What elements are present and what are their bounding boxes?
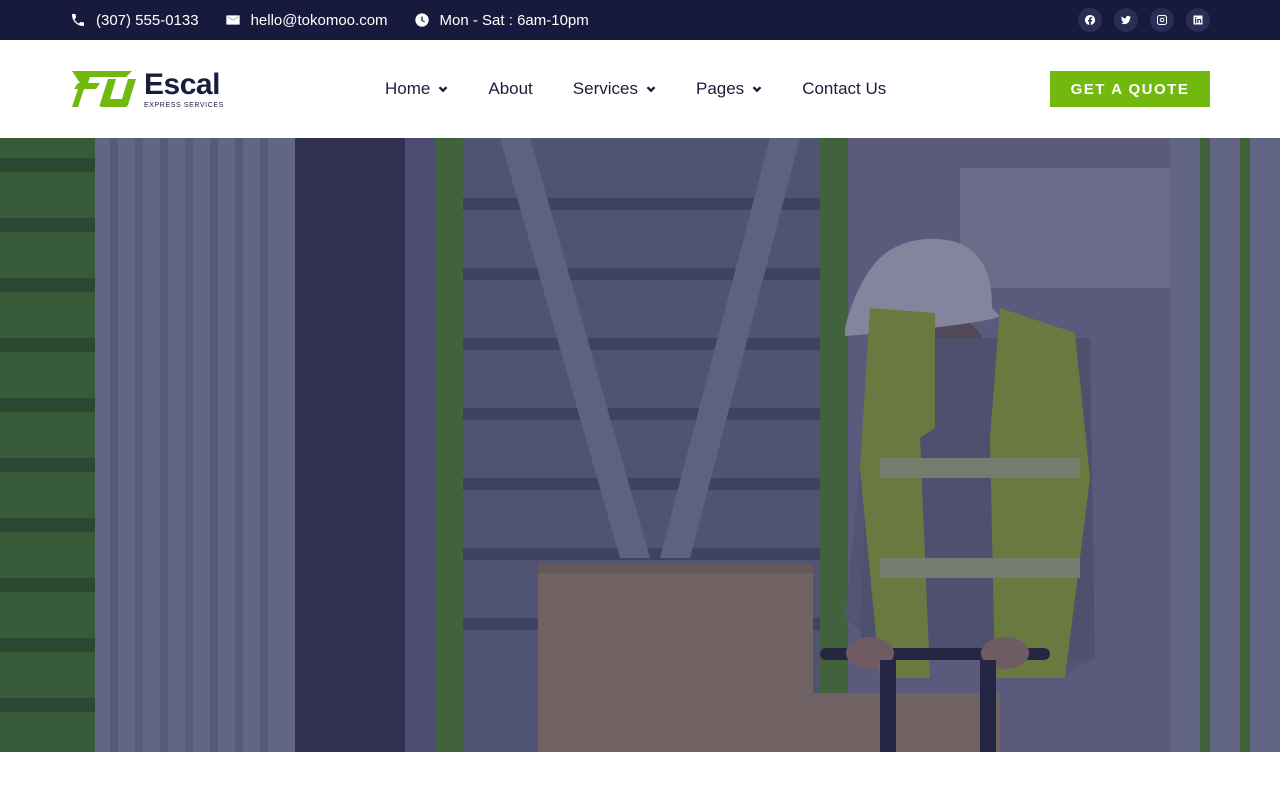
top-bar: (307) 555-0133 hello@tokomoo.com Mon - S… [0, 0, 1280, 40]
nav-label: Contact Us [802, 79, 887, 98]
envelope-icon [225, 15, 240, 25]
nav-label: About [488, 79, 533, 98]
contact-info: (307) 555-0133 hello@tokomoo.com Mon - S… [70, 0, 615, 40]
chevron-down-icon [439, 86, 448, 93]
phone-number: (307) 555-0133 [96, 11, 199, 29]
phone-icon [72, 14, 84, 26]
nav-item-home[interactable]: Home [385, 79, 448, 99]
nav-label: Services [572, 79, 638, 98]
business-hours: Mon - Sat : 6am-10pm [439, 11, 589, 29]
instagram-icon [1157, 15, 1167, 25]
hero-banner [0, 138, 1280, 752]
get-a-quote-button[interactable]: GET A QUOTE [1050, 71, 1210, 107]
main-nav: Home About Services Pages Contact Us [385, 40, 886, 138]
instagram-link[interactable] [1150, 8, 1174, 32]
email-address: hello@tokomoo.com [250, 11, 388, 29]
facebook-link[interactable] [1078, 8, 1102, 32]
nav-label: Pages [695, 79, 745, 98]
logo[interactable]: Escal EXPRESS SERVICES [70, 68, 230, 110]
twitter-icon [1121, 15, 1132, 25]
nav-item-contact-us[interactable]: Contact Us [802, 79, 886, 99]
chevron-down-icon [646, 86, 656, 93]
hours-info: Mon - Sat : 6am-10pm [414, 12, 589, 29]
email-contact[interactable]: hello@tokomoo.com [225, 12, 388, 29]
escal-logo-icon [72, 71, 136, 107]
facebook-icon [1084, 14, 1096, 25]
chevron-down-icon [752, 86, 762, 93]
nav-label: Home [385, 79, 431, 98]
logo-text: Escal EXPRESS SERVICES [144, 67, 224, 109]
brand-name: Escal [144, 67, 220, 101]
nav-item-pages[interactable]: Pages [696, 79, 762, 99]
clock-icon [414, 13, 429, 27]
phone-contact[interactable]: (307) 555-0133 [70, 12, 199, 29]
nav-item-services[interactable]: Services [573, 79, 656, 99]
linkedin-icon [1193, 15, 1203, 25]
twitter-link[interactable] [1114, 8, 1138, 32]
social-links [1066, 8, 1210, 32]
brand-tagline: EXPRESS SERVICES [144, 101, 224, 109]
nav-item-about[interactable]: About [488, 79, 532, 99]
hero-overlay [0, 138, 1280, 752]
linkedin-link[interactable] [1186, 8, 1210, 32]
site-header: Escal EXPRESS SERVICES Home About Servic… [0, 40, 1280, 138]
